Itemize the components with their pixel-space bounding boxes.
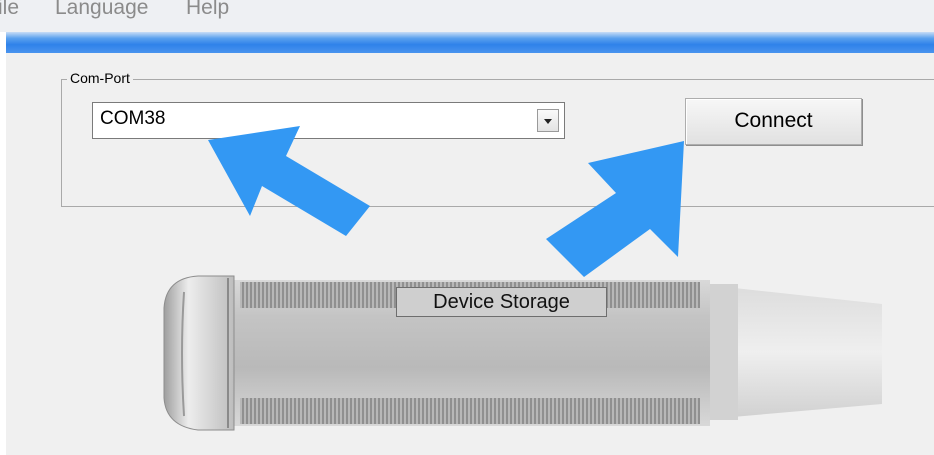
com-port-selected-value: COM38 [100, 108, 166, 129]
menu-file[interactable]: ile [0, 0, 19, 20]
arrow-pointing-to-connect-icon [546, 141, 684, 277]
arrow-pointing-to-port-icon [208, 126, 370, 236]
com-port-group-label: Com-Port [67, 70, 133, 86]
window-title-band [6, 32, 934, 53]
chevron-down-icon[interactable] [537, 109, 559, 132]
connect-button[interactable]: Connect [685, 98, 862, 145]
menu-language[interactable]: Language [55, 0, 148, 20]
menu-help[interactable]: Help [186, 0, 229, 20]
device-storage-button[interactable]: Device Storage [396, 287, 607, 317]
menu-bar: ile Language Help [0, 0, 934, 32]
